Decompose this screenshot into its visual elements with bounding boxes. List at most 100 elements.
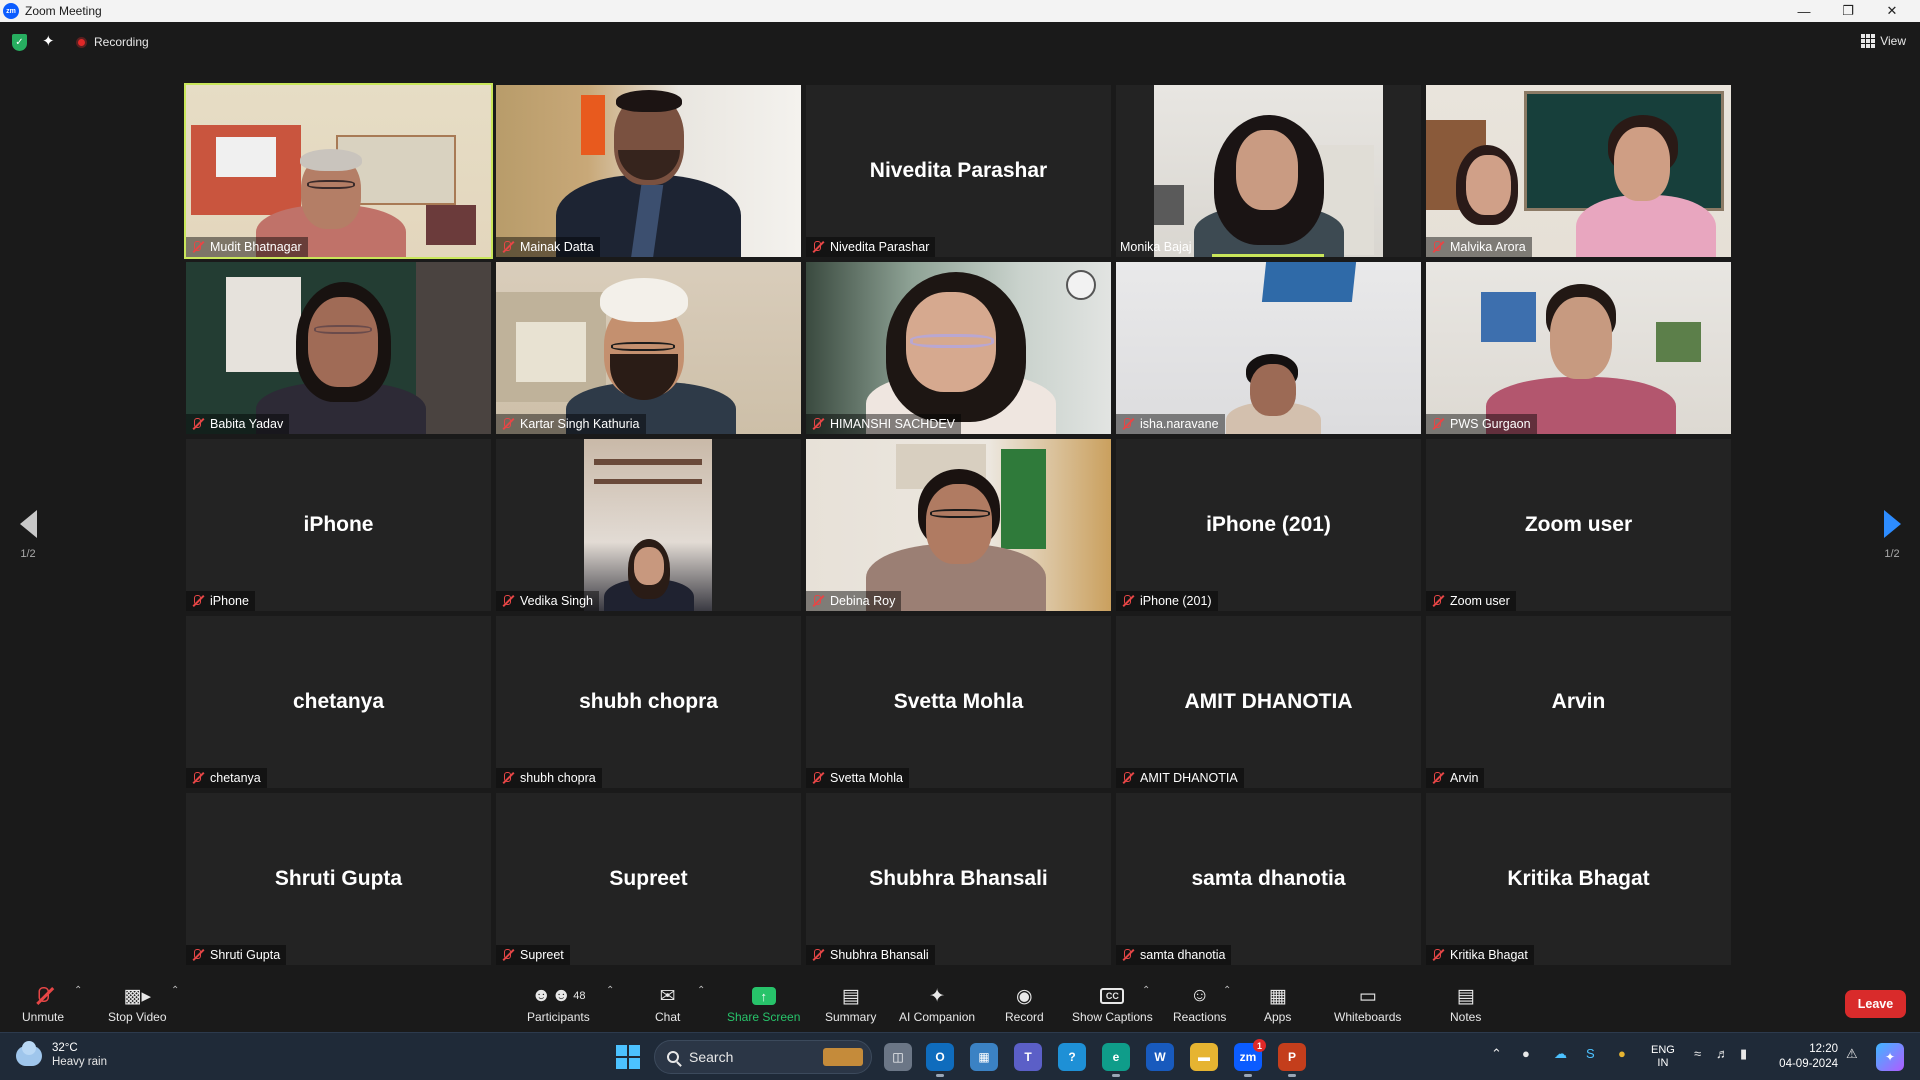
- video-feed: [496, 262, 801, 434]
- participant-tile[interactable]: HIMANSHI SACHDEV: [806, 262, 1111, 434]
- participant-tile[interactable]: Mainak Datta: [496, 85, 801, 257]
- participant-tile[interactable]: Svetta Mohla Svetta Mohla: [806, 616, 1111, 788]
- participant-tile[interactable]: Arvin Arvin: [1426, 616, 1731, 788]
- participant-tile[interactable]: Vedika Singh: [496, 439, 801, 611]
- participant-tile[interactable]: iPhone iPhone: [186, 439, 491, 611]
- participant-tile[interactable]: Debina Roy: [806, 439, 1111, 611]
- participant-tile[interactable]: shubh chopra shubh chopra: [496, 616, 801, 788]
- participant-name-bar: Arvin: [1426, 768, 1485, 788]
- apps-button[interactable]: ▦ Apps: [1264, 983, 1291, 1025]
- system-clock[interactable]: 12:20 04-09-2024: [1772, 1042, 1838, 1072]
- participant-tile[interactable]: iPhone (201) iPhone (201): [1116, 439, 1421, 611]
- participant-display-name: iPhone (201): [1206, 513, 1331, 536]
- participants-options-chevron-icon[interactable]: ⌃: [606, 985, 614, 996]
- participant-name-bar: isha.naravane: [1116, 414, 1225, 434]
- security-shield-icon[interactable]: ✓: [12, 34, 27, 51]
- recording-indicator[interactable]: Recording: [76, 35, 149, 49]
- close-icon[interactable]: ✕: [1870, 0, 1914, 22]
- captions-options-chevron-icon[interactable]: ⌃: [1142, 985, 1150, 996]
- participant-name-bar: Mainak Datta: [496, 237, 600, 257]
- participant-tile[interactable]: Mudit Bhatnagar: [184, 83, 493, 259]
- participant-tile[interactable]: Shubhra Bhansali Shubhra Bhansali: [806, 793, 1111, 965]
- participant-tile[interactable]: Kritika Bhagat Kritika Bhagat: [1426, 793, 1731, 965]
- participant-tile[interactable]: Babita Yadav: [186, 262, 491, 434]
- stop-video-button[interactable]: ▩▸ Stop Video: [108, 983, 167, 1025]
- powerpoint-icon[interactable]: P: [1278, 1043, 1306, 1077]
- unmute-button[interactable]: Unmute: [22, 983, 64, 1024]
- video-feed: [1116, 262, 1421, 434]
- skype-icon[interactable]: S: [1586, 1046, 1595, 1061]
- participant-tile[interactable]: Malvika Arora: [1426, 85, 1731, 257]
- view-button[interactable]: View: [1861, 34, 1906, 48]
- participant-tile[interactable]: chetanya chetanya: [186, 616, 491, 788]
- restore-icon[interactable]: ❐: [1826, 0, 1870, 22]
- show-captions-button[interactable]: CC Show Captions: [1072, 983, 1153, 1024]
- previous-page-button[interactable]: 1/2: [8, 510, 48, 560]
- chat-options-chevron-icon[interactable]: ⌃: [697, 985, 705, 996]
- microphone-icon[interactable]: ●: [1618, 1046, 1626, 1061]
- wifi-icon[interactable]: ≈: [1694, 1046, 1701, 1061]
- participant-display-name: iPhone: [303, 513, 374, 536]
- participant-tile[interactable]: PWS Gurgaon: [1426, 262, 1731, 434]
- summary-button[interactable]: ▤ Summary: [825, 983, 876, 1025]
- notification-bell-icon[interactable]: ⚠: [1846, 1046, 1858, 1062]
- participant-tile[interactable]: Zoom user Zoom user: [1426, 439, 1731, 611]
- store-icon[interactable]: ▦: [970, 1043, 998, 1071]
- participant-name-bar: Kritika Bhagat: [1426, 945, 1534, 965]
- whiteboards-button[interactable]: ▭ Whiteboards: [1334, 983, 1401, 1025]
- participant-tile[interactable]: Supreet Supreet: [496, 793, 801, 965]
- video-options-chevron-icon[interactable]: ⌃: [171, 985, 179, 996]
- task-view-icon[interactable]: ◫: [884, 1043, 912, 1071]
- notes-button[interactable]: ▤ Notes: [1450, 983, 1481, 1025]
- search-icon: [667, 1051, 679, 1063]
- battery-icon[interactable]: ▮: [1740, 1046, 1747, 1062]
- participant-tile[interactable]: Kartar Singh Kathuria: [496, 262, 801, 434]
- file-explorer-icon[interactable]: ▬: [1190, 1043, 1218, 1071]
- copilot-icon[interactable]: ✦: [1876, 1043, 1904, 1071]
- next-page-button[interactable]: 1/2: [1872, 510, 1912, 560]
- tray-app-icon[interactable]: ●: [1522, 1046, 1530, 1061]
- participant-tile[interactable]: samta dhanotia samta dhanotia: [1116, 793, 1421, 965]
- teams-icon[interactable]: T: [1014, 1043, 1042, 1071]
- record-button[interactable]: ◉ Record: [1005, 983, 1044, 1025]
- mic-muted-icon: [1120, 771, 1134, 785]
- minimize-icon[interactable]: —: [1782, 0, 1826, 22]
- reactions-options-chevron-icon[interactable]: ⌃: [1223, 985, 1231, 996]
- participant-tile[interactable]: AMIT DHANOTIA AMIT DHANOTIA: [1116, 616, 1421, 788]
- word-icon[interactable]: W: [1146, 1043, 1174, 1071]
- weather-widget[interactable]: 32°C Heavy rain: [16, 1040, 107, 1070]
- recording-label: Recording: [94, 35, 149, 49]
- reactions-button[interactable]: ☺ Reactions: [1173, 983, 1226, 1024]
- input-language-indicator[interactable]: ENG IN: [1651, 1044, 1675, 1070]
- onedrive-cloud-icon[interactable]: ☁: [1554, 1046, 1567, 1062]
- volume-icon[interactable]: ♬: [1716, 1046, 1729, 1061]
- ai-companion-button[interactable]: ✦ AI Companion: [899, 983, 975, 1025]
- participants-button[interactable]: ☻☻ 48 Participants: [527, 983, 590, 1024]
- participant-tile[interactable]: isha.naravane: [1116, 262, 1421, 434]
- show-hidden-icons-chevron-icon[interactable]: ⌃: [1491, 1046, 1502, 1062]
- ai-sparkle-icon[interactable]: ✦: [42, 32, 55, 50]
- outlook-icon[interactable]: O: [926, 1043, 954, 1077]
- taskbar-search[interactable]: Search: [654, 1040, 872, 1074]
- record-icon: ◉: [1016, 985, 1033, 1007]
- zoom-taskbar-icon[interactable]: zm 1: [1234, 1039, 1266, 1077]
- participant-name-bar: Malvika Arora: [1426, 237, 1532, 257]
- participant-name-bar: Shubhra Bhansali: [806, 945, 935, 965]
- participant-display-name: Shubhra Bhansali: [869, 867, 1048, 890]
- mic-muted-icon: [1430, 948, 1444, 962]
- window-title: Zoom Meeting: [25, 4, 102, 18]
- video-feed: [1426, 85, 1731, 257]
- help-icon[interactable]: ?: [1058, 1043, 1086, 1071]
- edge-browser-icon[interactable]: e: [1102, 1043, 1130, 1077]
- audio-options-chevron-icon[interactable]: ⌃: [74, 985, 82, 996]
- participant-display-name: Zoom user: [1524, 513, 1633, 536]
- participant-tile[interactable]: Shruti Gupta Shruti Gupta: [186, 793, 491, 965]
- participant-tile[interactable]: Monika Bajaj: [1116, 85, 1421, 257]
- windows-start-icon[interactable]: [616, 1045, 640, 1069]
- participant-name-bar: PWS Gurgaon: [1426, 414, 1537, 434]
- chat-button[interactable]: ✉ Chat: [655, 983, 680, 1025]
- recording-dot-icon: [76, 36, 87, 48]
- share-screen-button[interactable]: ↑ Share Screen: [727, 983, 800, 1024]
- leave-button[interactable]: Leave: [1845, 990, 1906, 1018]
- participant-tile[interactable]: Nivedita Parashar Nivedita Parashar: [806, 85, 1111, 257]
